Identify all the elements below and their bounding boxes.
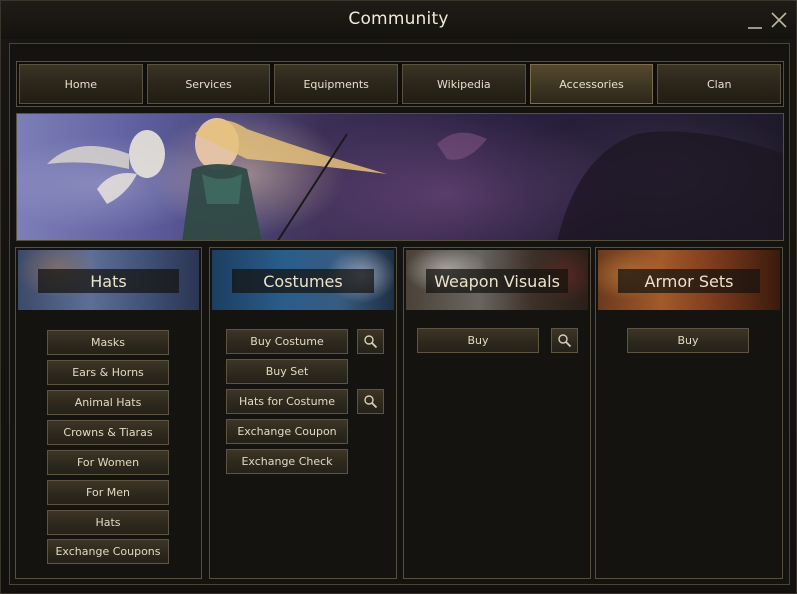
weapon-visuals-preview-button[interactable] bbox=[551, 328, 578, 353]
weapon-visuals-title: Weapon Visuals bbox=[426, 269, 568, 293]
armor-sets-buy-button[interactable]: Buy bbox=[627, 328, 749, 353]
buy-set-button[interactable]: Buy Set bbox=[226, 359, 348, 384]
banner-artwork bbox=[47, 118, 783, 240]
weapon-visuals-buy-button[interactable]: Buy bbox=[417, 328, 539, 353]
hats-for-costume-preview-button[interactable] bbox=[357, 389, 384, 414]
hats-title: Hats bbox=[38, 269, 179, 293]
tab-equipments[interactable]: Equipments bbox=[274, 64, 399, 104]
ears-horns-button[interactable]: Ears & Horns bbox=[47, 360, 169, 385]
costumes-title: Costumes bbox=[232, 269, 374, 293]
costumes-banner: Costumes bbox=[212, 250, 394, 310]
buy-costume-preview-button[interactable] bbox=[357, 329, 384, 354]
masks-button[interactable]: Masks bbox=[47, 330, 169, 355]
hats-banner: Hats bbox=[18, 250, 199, 310]
preview-icon bbox=[558, 334, 572, 348]
minimize-icon bbox=[748, 27, 762, 29]
tab-accessories[interactable]: Accessories bbox=[529, 64, 654, 104]
tab-services[interactable]: Services bbox=[146, 64, 271, 104]
armor-sets-title: Armor Sets bbox=[618, 269, 760, 293]
animal-hats-button[interactable]: Animal Hats bbox=[47, 390, 169, 415]
hats-column: Hats Masks Ears & Horns Animal Hats Crow… bbox=[15, 247, 202, 579]
hero-banner bbox=[16, 113, 784, 241]
costumes-column: Costumes Buy Costume Buy Set Hats for Co… bbox=[209, 247, 397, 579]
preview-icon bbox=[364, 335, 378, 349]
crowns-tiaras-button[interactable]: Crowns & Tiaras bbox=[47, 420, 169, 445]
weapon-visuals-banner: Weapon Visuals bbox=[406, 250, 588, 310]
exchange-coupons-button[interactable]: Exchange Coupons bbox=[47, 539, 169, 564]
for-women-button[interactable]: For Women bbox=[47, 450, 169, 475]
tab-wikipedia[interactable]: Wikipedia bbox=[402, 64, 526, 104]
community-window: Community Home Services Equipments Wikip… bbox=[0, 0, 797, 594]
for-men-button[interactable]: For Men bbox=[47, 480, 169, 505]
close-button[interactable] bbox=[769, 9, 789, 31]
tab-home[interactable]: Home bbox=[19, 64, 143, 104]
window-title: Community bbox=[348, 9, 449, 29]
buy-costume-button[interactable]: Buy Costume bbox=[226, 329, 348, 354]
titlebar: Community bbox=[1, 1, 796, 39]
minimize-button[interactable] bbox=[745, 9, 765, 31]
weapon-visuals-column: Weapon Visuals Buy bbox=[403, 247, 591, 579]
tab-clan[interactable]: Clan bbox=[657, 64, 782, 104]
nav-tabs: Home Services Equipments Wikipedia Acces… bbox=[16, 61, 784, 107]
hats-for-costume-button[interactable]: Hats for Costume bbox=[226, 389, 348, 414]
exchange-coupon-button[interactable]: Exchange Coupon bbox=[226, 419, 348, 444]
hats-button[interactable]: Hats bbox=[47, 510, 169, 535]
armor-sets-column: Armor Sets Buy bbox=[595, 247, 783, 579]
armor-sets-banner: Armor Sets bbox=[598, 250, 780, 310]
close-icon bbox=[771, 12, 787, 28]
exchange-check-button[interactable]: Exchange Check bbox=[226, 449, 348, 474]
preview-icon bbox=[364, 395, 378, 409]
